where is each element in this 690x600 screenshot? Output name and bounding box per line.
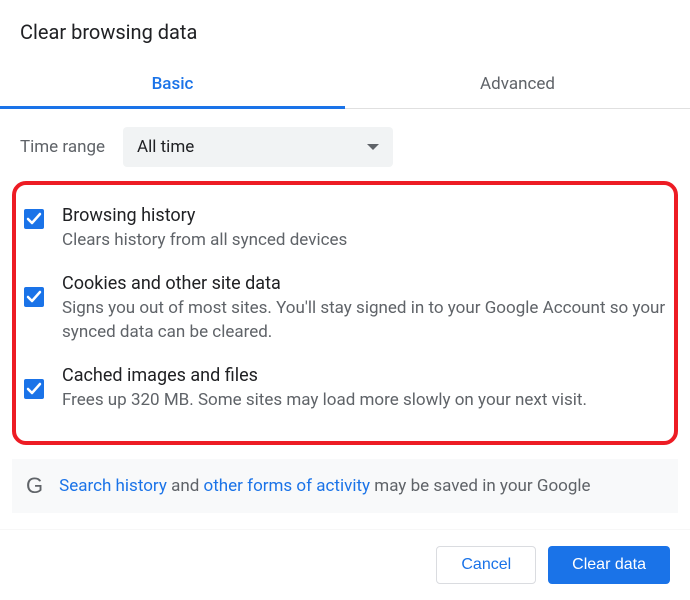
dialog-title: Clear browsing data	[0, 0, 690, 62]
google-icon: G	[26, 473, 43, 499]
check-icon	[26, 289, 42, 305]
item-desc: Clears history from all synced devices	[62, 228, 666, 253]
info-text: Search history and other forms of activi…	[59, 476, 590, 496]
item-title: Browsing history	[62, 205, 666, 226]
chevron-down-icon	[367, 144, 379, 150]
link-other-activity[interactable]: other forms of activity	[204, 476, 371, 496]
info-tail: may be saved in your Google	[370, 476, 591, 496]
item-desc: Frees up 320 MB. Some sites may load mor…	[62, 388, 666, 413]
tabs: Basic Advanced	[0, 62, 690, 109]
time-range-row: Time range All time	[0, 109, 690, 181]
checkbox-cookies[interactable]	[24, 287, 44, 307]
tab-advanced[interactable]: Advanced	[345, 62, 690, 108]
info-strip: G Search history and other forms of acti…	[12, 459, 678, 513]
dialog-footer: Cancel Clear data	[0, 529, 690, 600]
checkbox-cache[interactable]	[24, 379, 44, 399]
checkbox-browsing-history[interactable]	[24, 209, 44, 229]
item-desc: Signs you out of most sites. You'll stay…	[62, 296, 666, 345]
time-range-label: Time range	[20, 137, 105, 157]
info-mid: and	[167, 476, 204, 496]
item-cache: Cached images and files Frees up 320 MB.…	[24, 355, 666, 423]
cancel-button[interactable]: Cancel	[436, 546, 536, 584]
item-cookies: Cookies and other site data Signs you ou…	[24, 263, 666, 355]
item-title: Cached images and files	[62, 365, 666, 386]
item-title: Cookies and other site data	[62, 273, 666, 294]
time-range-value: All time	[137, 137, 194, 157]
time-range-select[interactable]: All time	[123, 127, 393, 167]
clear-data-button[interactable]: Clear data	[548, 546, 670, 584]
item-browsing-history: Browsing history Clears history from all…	[24, 195, 666, 263]
check-icon	[26, 381, 42, 397]
highlight-box: Browsing history Clears history from all…	[12, 181, 678, 445]
check-icon	[26, 211, 42, 227]
tab-basic[interactable]: Basic	[0, 62, 345, 108]
link-search-history[interactable]: Search history	[59, 476, 167, 496]
